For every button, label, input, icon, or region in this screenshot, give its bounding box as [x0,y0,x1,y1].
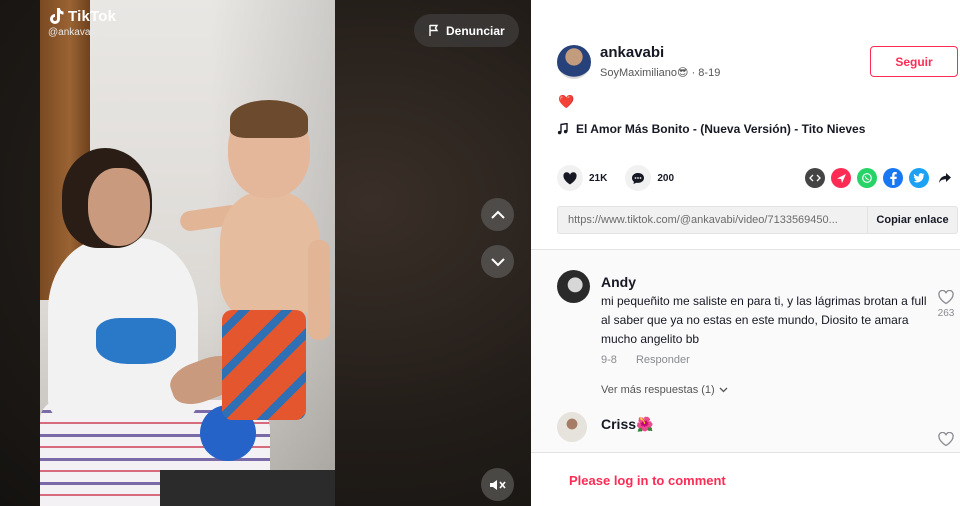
login-bar: Please log in to comment [531,452,960,506]
music-note-icon [557,123,568,135]
comment-icon [632,172,645,184]
music-title[interactable]: El Amor Más Bonito - (Nueva Versión) - T… [576,122,865,136]
author-subline: SoyMaximiliano😎 · 8-19 [600,66,720,79]
video-scene-bed [160,470,335,506]
brand-name: TikTok [68,7,117,25]
tiktok-watermark: TikTok @ankavabi [48,7,116,39]
share-row [805,168,955,188]
chevron-down-icon [490,257,505,266]
whatsapp-glyph [862,173,872,183]
share-arrow-icon[interactable] [935,168,955,188]
embed-icon[interactable] [805,168,825,188]
video-caption: ❤️ [558,94,575,109]
video-scene-face [88,168,150,246]
flag-icon [429,24,439,36]
comment-date: 9-8 [601,354,617,366]
author-username[interactable]: ankavabi [600,44,720,61]
video-scene-shirt-print [96,318,176,364]
author-separator: · [691,67,696,79]
author-nickname: SoyMaximiliano😎 [600,67,689,79]
video-scene-shorts [222,310,306,420]
heart-outline-icon [938,289,954,305]
comment-like-count: 263 [937,308,955,319]
like-count: 21K [589,172,608,184]
comment-username[interactable]: Andy [601,274,636,290]
view-more-replies[interactable]: Ver más respuestas (1) [601,384,728,396]
video-link-url[interactable]: https://www.tiktok.com/@ankavabi/video/7… [558,214,867,226]
send-glyph [836,173,846,183]
chevron-down-small-icon [719,387,728,393]
comment-username[interactable]: Criss🌺 [601,416,653,433]
twitter-glyph [913,173,925,183]
report-button[interactable]: Denunciar [414,14,519,47]
comment-text: mi pequeñito me saliste en para ti, y la… [601,294,927,346]
author-avatar[interactable] [557,44,591,79]
mute-button[interactable] [481,468,514,501]
copy-link-button[interactable]: Copiar enlace [867,207,957,233]
video-scene-baby [220,192,320,318]
comment-button[interactable] [625,165,652,191]
tiktok-logo-icon [50,8,64,24]
heart-outline-icon [938,431,954,447]
engagement-stats: 21K 200 [557,165,692,191]
brand-row: TikTok [48,7,116,25]
whatsapp-icon[interactable] [857,168,877,188]
author-info[interactable]: ankavabi SoyMaximiliano😎 · 8-19 [557,44,720,79]
video-player[interactable] [40,0,335,506]
video-link-box: https://www.tiktok.com/@ankavabi/video/7… [557,206,958,234]
speaker-muted-icon [489,479,506,490]
comment-list[interactable]: Andy mi pequeñito me saliste en para ti,… [531,250,960,452]
video-pane[interactable]: TikTok @ankavabi Denunciar [0,0,531,506]
details-panel: ankavabi SoyMaximiliano😎 · 8-19 Seguir ❤… [531,0,960,506]
chevron-up-icon [490,210,505,219]
author-text: ankavabi SoyMaximiliano😎 · 8-19 [600,44,720,79]
share-arrow-glyph [939,173,951,183]
twitter-icon[interactable] [909,168,929,188]
brand-handle: @ankavabi [48,27,99,38]
report-label: Denunciar [446,23,505,38]
facebook-glyph [890,172,897,185]
facebook-icon[interactable] [883,168,903,188]
comment-meta: 9-8 Responder [601,354,690,366]
login-to-comment-link[interactable]: Please log in to comment [569,473,726,488]
post-date: 8-19 [698,67,721,79]
send-icon[interactable] [831,168,851,188]
follow-button[interactable]: Seguir [870,46,958,77]
heart-icon [563,171,577,184]
music-info[interactable]: El Amor Más Bonito - (Nueva Versión) - T… [557,122,865,136]
next-video-button[interactable] [481,245,514,278]
like-button[interactable] [557,165,583,191]
comment-count: 200 [657,172,675,184]
embed-glyph [809,174,821,182]
video-scene-baby-arm2 [308,240,330,340]
video-scene-baby-hair [230,100,308,138]
comment-avatar[interactable] [557,412,587,442]
reply-button[interactable]: Responder [636,354,690,366]
previous-video-button[interactable] [481,198,514,231]
view-more-replies-label: Ver más respuestas (1) [601,384,715,396]
comment-like[interactable] [931,431,960,450]
comment-avatar[interactable] [557,270,590,303]
comment-like[interactable]: 263 [931,289,960,319]
